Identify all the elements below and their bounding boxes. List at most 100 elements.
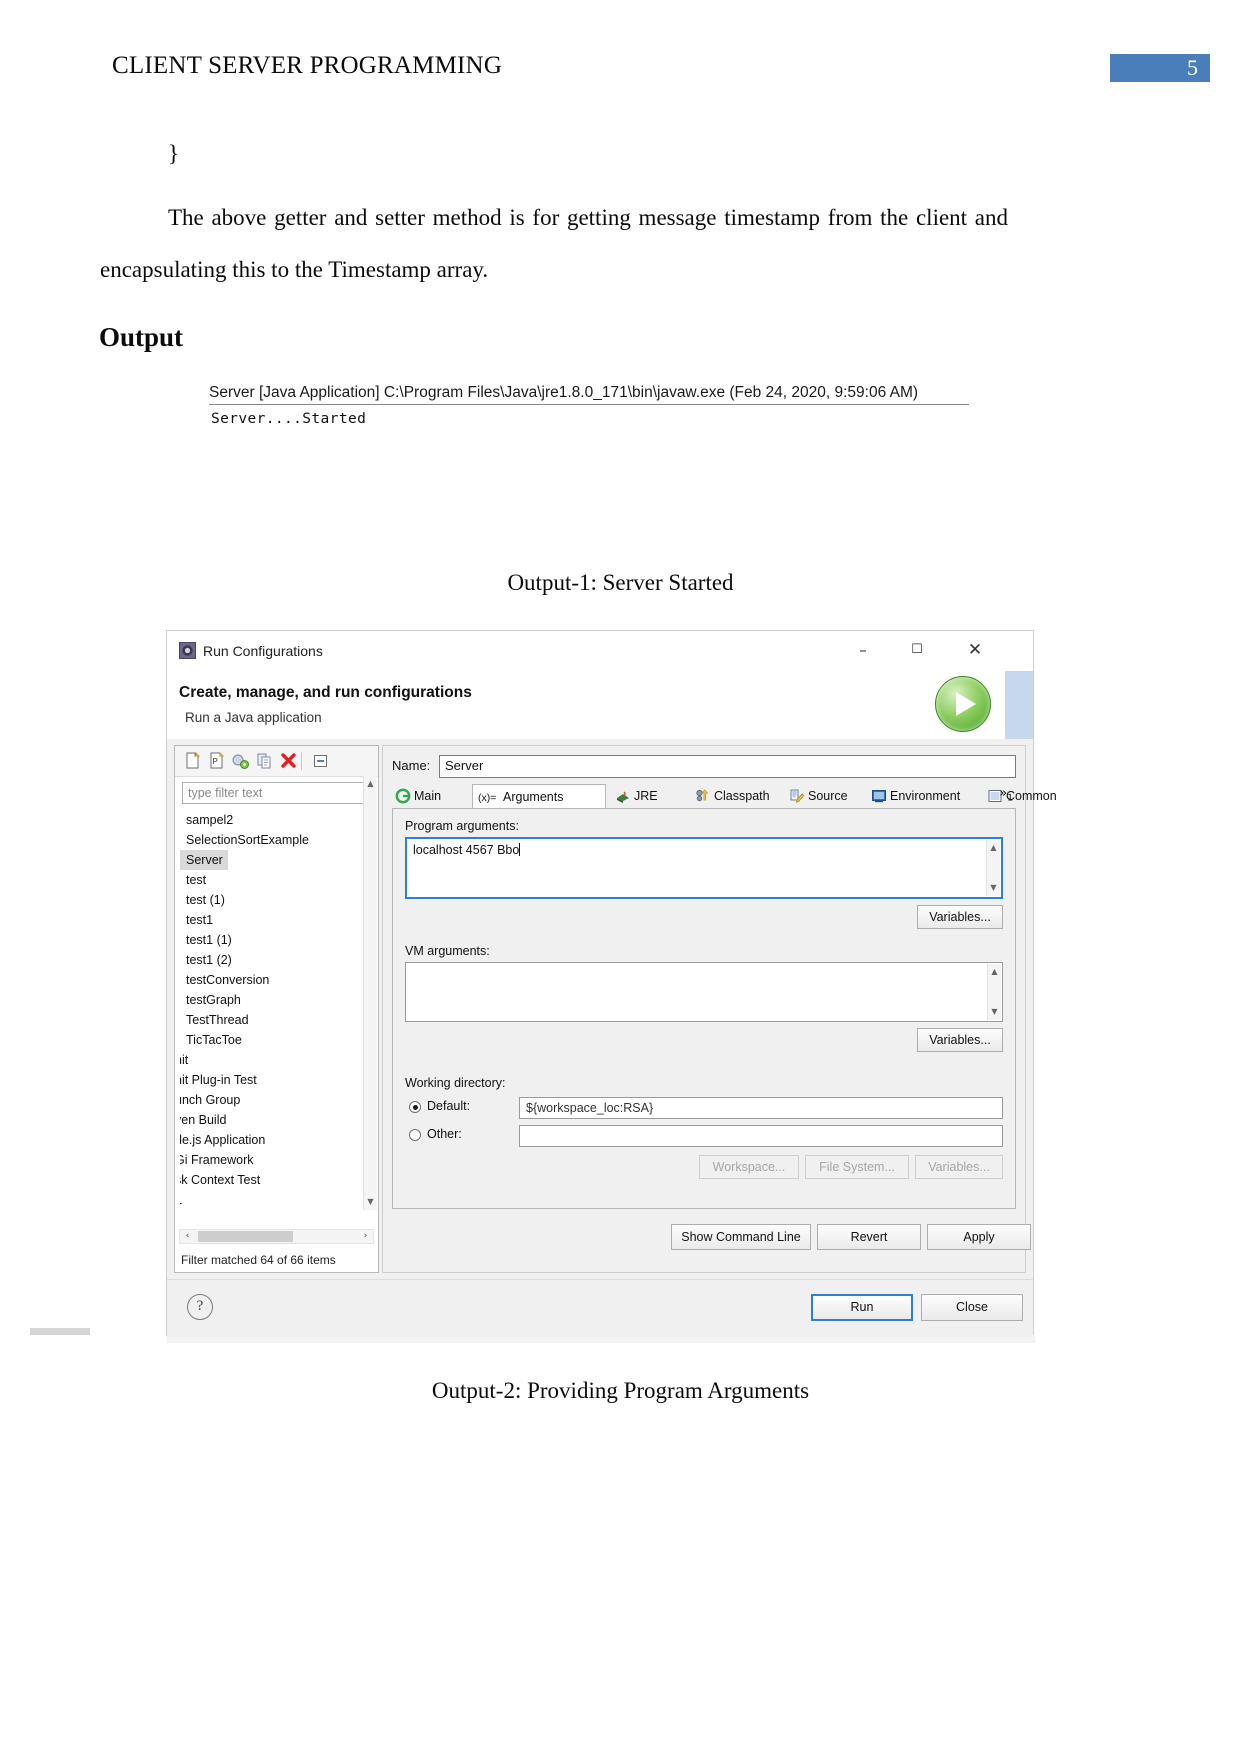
close-icon[interactable]: ✕ [952,631,998,669]
tab-label: Main [414,789,442,803]
duplicate-icon[interactable] [255,752,274,770]
body-paragraph: The above getter and setter method is fo… [100,205,1008,282]
radio-default[interactable] [409,1101,421,1113]
tab-environment[interactable]: Environment [868,784,992,809]
tab-label: JRE [634,789,658,803]
working-directory-label: Working directory: [405,1076,506,1090]
list-item[interactable]: Gi Framework [180,1150,373,1170]
run-configurations-icon [179,642,196,659]
tab-classpath[interactable]: Classpath [692,784,800,809]
list-item[interactable]: testConversion [180,970,373,990]
tab-overflow-count: 1 [1007,793,1013,804]
list-item[interactable]: ven Build [180,1110,373,1130]
list-item[interactable]: L [180,1190,373,1210]
list-item[interactable]: unch Group [180,1090,373,1110]
working-dir-other-radio-row[interactable]: Other: [409,1127,529,1143]
classpath-tab-icon [695,788,711,804]
dialog-header-area: Create, manage, and run configurations R… [167,671,1033,779]
list-item[interactable]: test [180,870,373,890]
main-tab-icon [395,788,411,804]
vm-args-scrollbar[interactable]: ▲ ▼ [987,964,1001,1020]
environment-tab-icon [871,788,887,804]
list-item-selected[interactable]: Server [180,850,228,870]
tab-label: Arguments [503,790,564,804]
dialog-bottom-tab-shadow [30,1328,90,1335]
page-number-badge: 5 [1110,54,1210,82]
scroll-up-icon[interactable]: ▲ [989,843,998,853]
tab-jre[interactable]: JRE [612,784,686,809]
tree-horizontal-scrollbar[interactable]: ‹ › [179,1229,374,1244]
default-radio-label: Default: [427,1099,471,1113]
vm-arguments-label: VM arguments: [405,944,490,958]
program-args-variables-button[interactable]: Variables... [917,905,1003,929]
list-item[interactable]: TicTacToe [180,1030,373,1050]
scroll-left-icon[interactable]: ‹ [180,1230,195,1243]
program-arguments-textarea[interactable]: localhost 4567 Bbo ▲ ▼ [405,837,1003,899]
file-system-button[interactable]: File System... [805,1155,909,1179]
list-item[interactable]: nit Plug-in Test [180,1070,373,1090]
help-icon[interactable]: ? [187,1294,213,1320]
tab-main[interactable]: Main [392,784,474,809]
radio-other[interactable] [409,1129,421,1141]
code-closing-brace: } [168,141,180,166]
program-arguments-value: localhost 4567 Bbo [413,843,520,857]
show-command-line-button[interactable]: Show Command Line [671,1224,811,1250]
tab-label: Classpath [714,789,770,803]
configurations-list[interactable]: sampel2 SelectionSortExample Server test… [180,810,373,1210]
scrollbar-thumb[interactable] [198,1231,293,1242]
dialog-bottom-shadow [167,1335,1035,1343]
other-working-directory-input[interactable] [519,1125,1003,1147]
filter-input[interactable]: type filter text [182,782,371,804]
console-stdout-line: Server....Started [211,411,367,427]
tab-overflow-button[interactable]: »1 [999,786,1013,804]
default-working-directory-value: ${workspace_loc:RSA} [519,1097,1003,1119]
workspace-button[interactable]: Workspace... [699,1155,799,1179]
tree-vertical-scrollbar[interactable]: ▲ ▼ [363,776,377,1210]
jre-tab-icon [615,788,631,804]
dialog-main-area: P type filter text sampel2 SelectionSort… [167,739,1057,1279]
list-item[interactable]: sk Context Test [180,1170,373,1190]
source-tab-icon [789,788,805,804]
delete-icon[interactable] [279,752,298,770]
maximize-button[interactable]: ☐ [894,631,940,669]
list-item[interactable]: de.js Application [180,1130,373,1150]
list-item[interactable]: nit [180,1050,373,1070]
program-arguments-label: Program arguments: [405,819,519,833]
tab-source[interactable]: Source [786,784,876,809]
export-icon[interactable] [231,752,250,770]
minimize-button[interactable]: – [840,631,886,669]
run-button[interactable]: Run [811,1294,913,1321]
name-label: Name: [392,758,431,773]
scroll-down-icon[interactable]: ▼ [990,1007,999,1017]
figure-caption-2: Output-2: Providing Program Arguments [431,1378,810,1403]
list-item[interactable]: TestThread [180,1010,373,1030]
scroll-down-icon[interactable]: ▼ [989,883,998,893]
new-prototype-icon[interactable]: P [207,752,226,770]
scroll-up-icon[interactable]: ▲ [366,779,375,789]
close-button[interactable]: Close [921,1294,1023,1321]
revert-button[interactable]: Revert [817,1224,921,1250]
list-item[interactable]: SelectionSortExample [180,830,373,850]
apply-button[interactable]: Apply [927,1224,1031,1250]
scroll-down-icon[interactable]: ▼ [366,1197,375,1207]
list-item[interactable]: test (1) [180,890,373,910]
arguments-tab-icon: (x)= [478,789,502,805]
list-item[interactable]: testGraph [180,990,373,1010]
working-dir-default-radio-row[interactable]: Default: [409,1099,529,1115]
list-item[interactable]: test1 (2) [180,950,373,970]
name-input[interactable]: Server [439,755,1016,778]
list-item[interactable]: test1 [180,910,373,930]
collapse-all-icon[interactable] [311,752,330,770]
vm-arguments-textarea[interactable]: ▲ ▼ [405,962,1003,1022]
working-dir-variables-button[interactable]: Variables... [915,1155,1003,1179]
run-play-icon [935,676,991,732]
list-item[interactable]: test1 (1) [180,930,373,950]
scroll-right-icon[interactable]: › [358,1230,373,1243]
scroll-up-icon[interactable]: ▲ [990,967,999,977]
console-output-screenshot: Server [Java Application] C:\Program Fil… [209,384,969,434]
list-item[interactable]: sampel2 [180,810,373,830]
new-configuration-icon[interactable] [183,752,202,770]
program-args-scrollbar[interactable]: ▲ ▼ [986,840,1000,896]
vm-args-variables-button[interactable]: Variables... [917,1028,1003,1052]
tab-arguments[interactable]: (x)= Arguments [472,784,606,809]
